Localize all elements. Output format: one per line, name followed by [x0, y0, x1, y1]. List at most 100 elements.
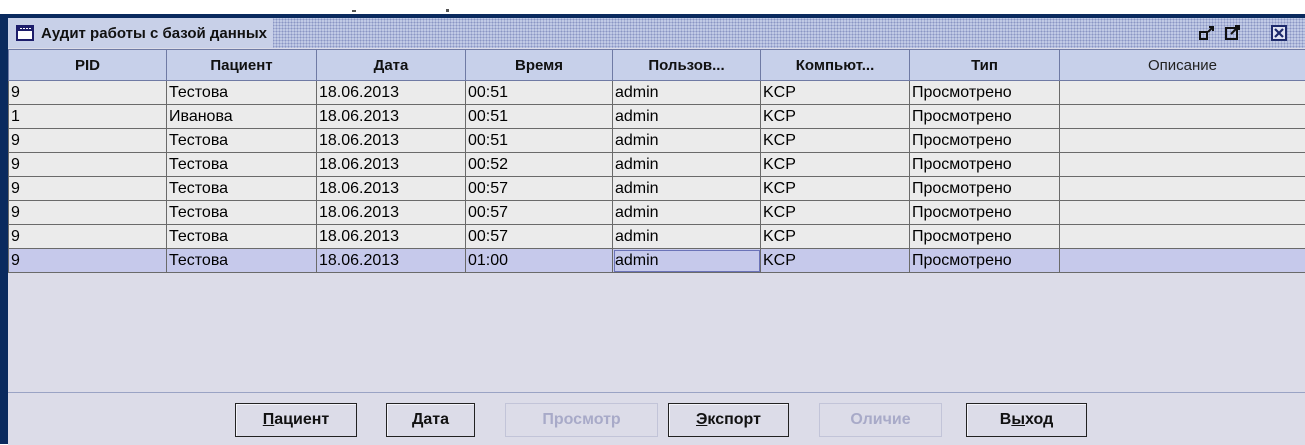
- cell-date[interactable]: 18.06.2013: [317, 201, 466, 225]
- cell-computer[interactable]: KCP: [761, 225, 910, 249]
- table-row[interactable]: 1Иванова18.06.201300:51adminKCPПросмотре…: [9, 105, 1305, 129]
- cell-type[interactable]: Просмотрено: [910, 225, 1060, 249]
- cell-computer[interactable]: KCP: [761, 153, 910, 177]
- cell-pid[interactable]: 9: [9, 153, 167, 177]
- cell-type[interactable]: Просмотрено: [910, 201, 1060, 225]
- title-bar[interactable]: Аудит работы с базой данных: [8, 18, 1305, 48]
- cell-date[interactable]: 18.06.2013: [317, 105, 466, 129]
- diff-button[interactable]: Оличие: [819, 403, 942, 437]
- cell-type[interactable]: Просмотрено: [910, 177, 1060, 201]
- cell-date[interactable]: 18.06.2013: [317, 249, 466, 273]
- col-header-description[interactable]: Описание: [1060, 50, 1305, 81]
- cell-patient[interactable]: Иванова: [167, 105, 317, 129]
- maximize-icon[interactable]: [1224, 24, 1242, 42]
- cell-computer[interactable]: KCP: [761, 177, 910, 201]
- cell-user[interactable]: admin: [613, 249, 761, 273]
- cell-user[interactable]: admin: [613, 201, 761, 225]
- cell-time[interactable]: 00:57: [466, 201, 613, 225]
- cell-computer[interactable]: KCP: [761, 249, 910, 273]
- cell-user[interactable]: admin: [613, 177, 761, 201]
- audit-table[interactable]: PID Пациент Дата Время Пользов... Компью…: [8, 49, 1305, 273]
- cell-pid[interactable]: 9: [9, 81, 167, 105]
- col-header-patient[interactable]: Пациент: [167, 50, 317, 81]
- cell-pid[interactable]: 9: [9, 249, 167, 273]
- button-label: В: [1000, 411, 1012, 428]
- cell-type[interactable]: Просмотрено: [910, 81, 1060, 105]
- table-row[interactable]: 9Тестова18.06.201300:51adminKCPПросмотре…: [9, 81, 1305, 105]
- cell-user[interactable]: admin: [613, 153, 761, 177]
- cell-patient[interactable]: Тестова: [167, 201, 317, 225]
- cell-type[interactable]: Просмотрено: [910, 129, 1060, 153]
- cell-description[interactable]: [1060, 225, 1305, 249]
- cell-computer[interactable]: KCP: [761, 105, 910, 129]
- cell-user[interactable]: admin: [613, 81, 761, 105]
- cell-pid[interactable]: 1: [9, 105, 167, 129]
- cell-user[interactable]: admin: [613, 129, 761, 153]
- cell-type[interactable]: Просмотрено: [910, 249, 1060, 273]
- table-row[interactable]: 9Тестова18.06.201301:00adminKCPПросмотре…: [9, 249, 1305, 273]
- cell-user[interactable]: admin: [613, 105, 761, 129]
- cell-time[interactable]: 00:57: [466, 177, 613, 201]
- cell-patient[interactable]: Тестова: [167, 153, 317, 177]
- cell-description[interactable]: [1060, 81, 1305, 105]
- cell-time[interactable]: 00:51: [466, 81, 613, 105]
- button-label: ход: [1025, 411, 1053, 428]
- cell-time[interactable]: 00:51: [466, 105, 613, 129]
- table-row[interactable]: 9Тестова18.06.201300:57adminKCPПросмотре…: [9, 201, 1305, 225]
- cell-date[interactable]: 18.06.2013: [317, 81, 466, 105]
- cell-description[interactable]: [1060, 201, 1305, 225]
- button-label: кспорт: [707, 411, 761, 428]
- cell-type[interactable]: Просмотрено: [910, 153, 1060, 177]
- cell-patient[interactable]: Тестова: [167, 81, 317, 105]
- patient-button[interactable]: Пациент: [235, 403, 357, 437]
- cell-date[interactable]: 18.06.2013: [317, 129, 466, 153]
- cell-pid[interactable]: 9: [9, 201, 167, 225]
- cell-patient[interactable]: Тестова: [167, 177, 317, 201]
- cell-date[interactable]: 18.06.2013: [317, 225, 466, 249]
- cell-pid[interactable]: 9: [9, 177, 167, 201]
- cell-time[interactable]: 01:00: [466, 249, 613, 273]
- table-row[interactable]: 9Тестова18.06.201300:52adminKCPПросмотре…: [9, 153, 1305, 177]
- cell-computer[interactable]: KCP: [761, 129, 910, 153]
- cell-description[interactable]: [1060, 249, 1305, 273]
- table-row[interactable]: 9Тестова18.06.201300:57adminKCPПросмотре…: [9, 177, 1305, 201]
- table-row[interactable]: 9Тестова18.06.201300:57adminKCPПросмотре…: [9, 225, 1305, 249]
- cell-description[interactable]: [1060, 177, 1305, 201]
- cell-description[interactable]: [1060, 105, 1305, 129]
- window-title: Аудит работы с базой данных: [41, 25, 267, 42]
- exit-button[interactable]: Выход: [966, 403, 1087, 437]
- cell-user[interactable]: admin: [613, 225, 761, 249]
- button-bar: Пациент Дата Просмотр Экспорт Оличие Вых…: [8, 392, 1305, 445]
- cell-computer[interactable]: KCP: [761, 201, 910, 225]
- window-icon[interactable]: [16, 25, 34, 41]
- cell-patient[interactable]: Тестова: [167, 129, 317, 153]
- cell-time[interactable]: 00:57: [466, 225, 613, 249]
- cell-computer[interactable]: KCP: [761, 81, 910, 105]
- col-header-computer[interactable]: Компьют...: [761, 50, 910, 81]
- cell-time[interactable]: 00:52: [466, 153, 613, 177]
- col-header-time[interactable]: Время: [466, 50, 613, 81]
- audit-window: Аудит работы с базой данных: [8, 18, 1305, 444]
- cell-pid[interactable]: 9: [9, 225, 167, 249]
- view-button[interactable]: Просмотр: [505, 403, 658, 437]
- cell-type[interactable]: Просмотрено: [910, 105, 1060, 129]
- cell-patient[interactable]: Тестова: [167, 249, 317, 273]
- col-header-date[interactable]: Дата: [317, 50, 466, 81]
- close-icon[interactable]: [1271, 25, 1287, 41]
- date-button[interactable]: Дата: [386, 403, 475, 437]
- cell-pid[interactable]: 9: [9, 129, 167, 153]
- cell-date[interactable]: 18.06.2013: [317, 177, 466, 201]
- export-button[interactable]: Экспорт: [668, 403, 789, 437]
- col-header-pid[interactable]: PID: [9, 50, 167, 81]
- col-header-type[interactable]: Тип: [910, 50, 1060, 81]
- button-label: ациент: [274, 411, 329, 428]
- col-header-user[interactable]: Пользов...: [613, 50, 761, 81]
- cell-date[interactable]: 18.06.2013: [317, 153, 466, 177]
- cell-patient[interactable]: Тестова: [167, 225, 317, 249]
- cell-description[interactable]: [1060, 153, 1305, 177]
- audit-table-area[interactable]: PID Пациент Дата Время Пользов... Компью…: [8, 49, 1305, 392]
- cell-description[interactable]: [1060, 129, 1305, 153]
- table-row[interactable]: 9Тестова18.06.201300:51adminKCPПросмотре…: [9, 129, 1305, 153]
- restore-icon[interactable]: [1198, 24, 1216, 42]
- cell-time[interactable]: 00:51: [466, 129, 613, 153]
